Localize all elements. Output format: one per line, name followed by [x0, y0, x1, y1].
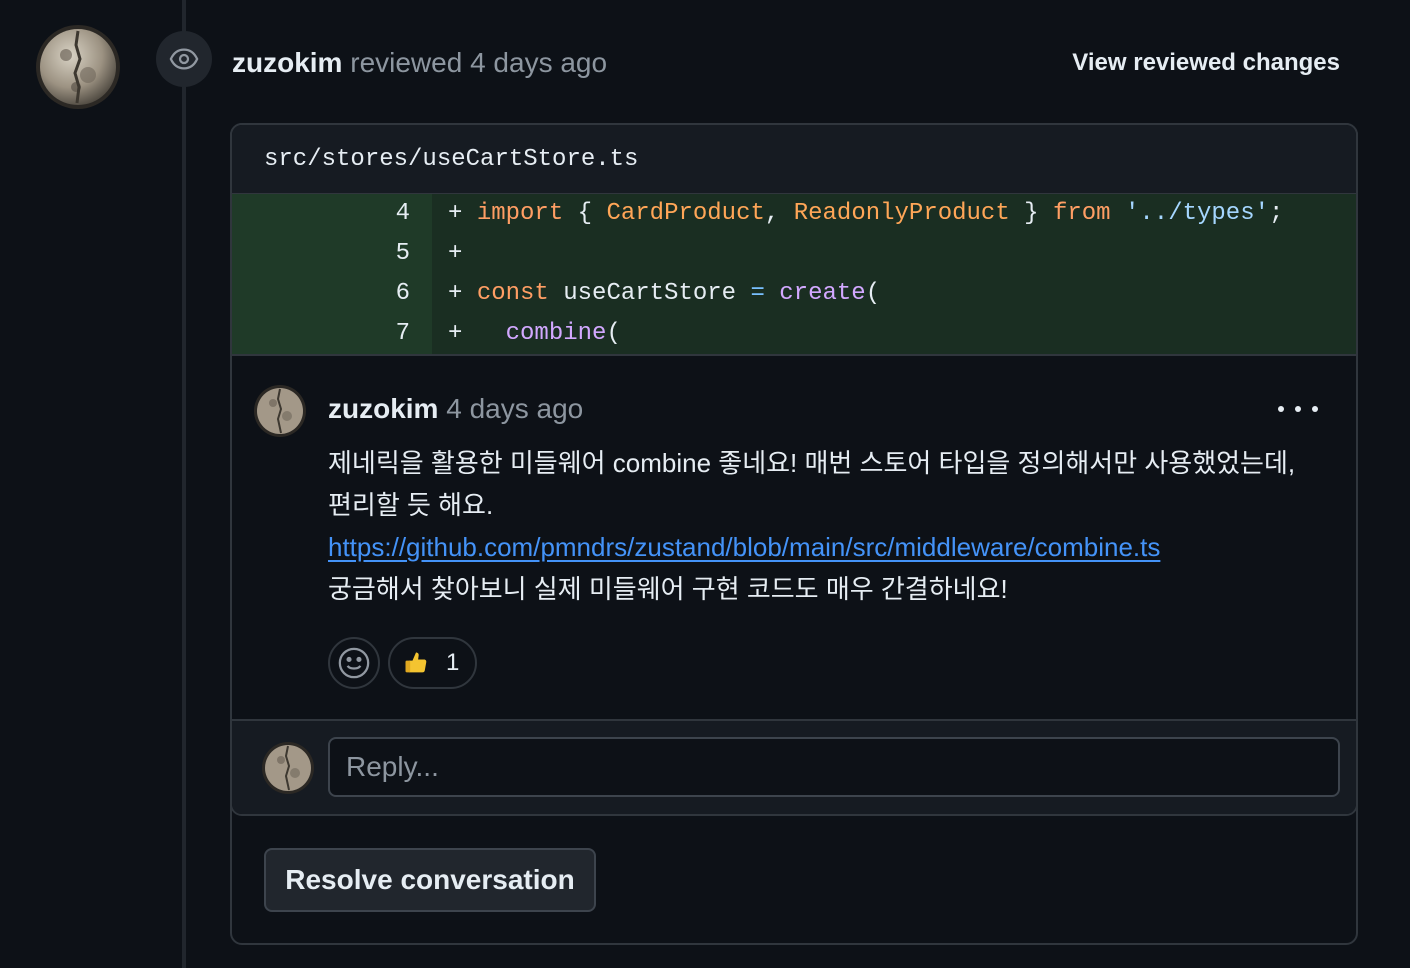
reply-input[interactable]: Reply... — [328, 737, 1340, 797]
code-line: + — [432, 234, 1356, 274]
review-header: zuzokim reviewed 4 days ago — [232, 46, 607, 80]
comment-timestamp[interactable]: 4 days ago — [446, 393, 583, 424]
reactions-bar: 1 — [328, 637, 478, 689]
line-number[interactable]: 5 — [232, 234, 432, 274]
reviewer-avatar[interactable] — [36, 25, 120, 109]
code-punct: } — [1024, 200, 1039, 227]
code-punct: ; — [1269, 200, 1284, 227]
code-punct: , — [764, 200, 780, 227]
smiley-icon[interactable] — [328, 637, 380, 689]
code-type: ReadonlyProduct — [793, 200, 1010, 227]
diff-line: 5 + — [232, 234, 1356, 274]
code-operator: = — [750, 280, 765, 307]
thumbs-up-reaction[interactable]: 1 — [388, 637, 478, 689]
file-path[interactable]: src/stores/useCartStore.ts — [232, 125, 1356, 194]
code-line: + const useCartStore = create( — [432, 274, 1356, 314]
line-number[interactable]: 6 — [232, 274, 432, 314]
more-options-icon[interactable] — [1278, 396, 1318, 422]
code-function: create — [779, 280, 866, 307]
view-reviewed-changes-link[interactable]: View reviewed changes — [1072, 46, 1340, 80]
resolve-conversation-button[interactable]: Resolve conversation — [264, 848, 596, 912]
comment-header: zuzokim 4 days ago — [328, 392, 583, 426]
current-user-avatar[interactable] — [262, 742, 314, 794]
review-author[interactable]: zuzokim — [232, 47, 342, 78]
diff-line: 6 + const useCartStore = create( — [232, 274, 1356, 314]
code-keyword: const — [476, 280, 549, 307]
comment-author[interactable]: zuzokim — [328, 393, 438, 424]
diff-marker: + — [448, 320, 463, 347]
comment-text: 편리할 듯 해요. — [328, 490, 494, 520]
review-comment: zuzokim 4 days ago 제네릭을 활용한 미들웨어 combine… — [232, 354, 1356, 721]
timeline-line — [182, 0, 186, 968]
code-function: combine — [505, 320, 607, 347]
comment-text: 제네릭을 활용한 미들웨어 combine 좋네요! 매번 스토어 타입을 정의… — [328, 448, 1296, 478]
code-punct: { — [577, 200, 593, 227]
diff-line: 7 + combine( — [232, 314, 1356, 354]
diff-marker: + — [448, 280, 463, 307]
eye-icon — [156, 31, 212, 87]
diff-line: 4 + import { CardProduct, ReadonlyProduc… — [232, 194, 1356, 234]
comment-body: 제네릭을 활용한 미들웨어 combine 좋네요! 매번 스토어 타입을 정의… — [328, 442, 1338, 610]
code-line: + import { CardProduct, ReadonlyProduct … — [432, 194, 1356, 234]
code-punct: ( — [865, 280, 881, 307]
diff-marker: + — [448, 200, 463, 227]
line-number[interactable]: 4 — [232, 194, 432, 234]
review-action-text: reviewed 4 days ago — [350, 47, 608, 78]
reply-row: Reply... — [232, 721, 1356, 814]
line-number[interactable]: 7 — [232, 314, 432, 354]
dot — [1278, 406, 1284, 412]
comment-avatar[interactable] — [254, 385, 306, 437]
code-identifier: useCartStore — [563, 280, 737, 307]
diff-hunk: 4 + import { CardProduct, ReadonlyProduc… — [232, 194, 1356, 354]
dot — [1312, 406, 1318, 412]
review-thread: src/stores/useCartStore.ts 4 + import { … — [230, 123, 1358, 816]
dot — [1295, 406, 1301, 412]
comment-link[interactable]: https://github.com/pmndrs/zustand/blob/m… — [328, 532, 1160, 562]
code-type: CardProduct — [606, 200, 765, 227]
thumbs-up-icon — [402, 649, 430, 677]
code-keyword: from — [1052, 200, 1111, 227]
code-string: '../types' — [1124, 200, 1270, 227]
diff-marker: + — [448, 240, 463, 267]
code-line: + combine( — [432, 314, 1356, 354]
code-punct: ( — [606, 320, 621, 347]
comment-text: 궁금해서 찾아보니 실제 미들웨어 구현 코드도 매우 간결하네요! — [328, 574, 1008, 604]
reaction-count: 1 — [446, 649, 460, 676]
code-keyword: import — [476, 200, 564, 227]
